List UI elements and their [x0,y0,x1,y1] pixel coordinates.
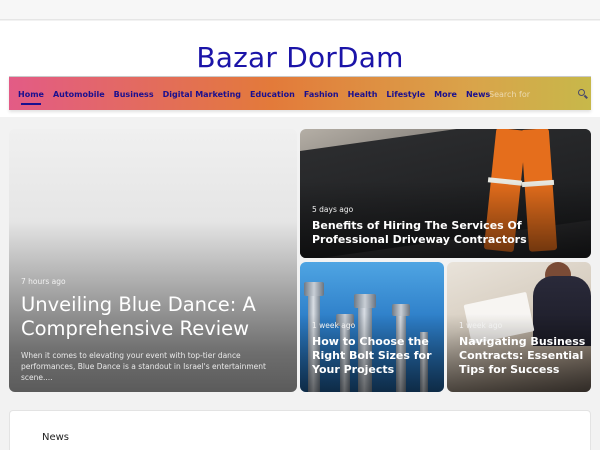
post-title[interactable]: Benefits of Hiring The Services Of Profe… [312,219,582,247]
nav-item-education[interactable]: Education [250,90,295,99]
featured-post-bolts[interactable]: 1 week ago How to Choose the Right Bolt … [300,262,444,392]
nav-item-fashion[interactable]: Fashion [304,90,339,99]
featured-post-main[interactable]: 7 hours ago Unveiling Blue Dance: A Comp… [9,129,297,392]
nav-item-home[interactable]: Home [18,90,44,105]
search-icon[interactable] [577,88,589,100]
post-time: 1 week ago [459,321,503,330]
post-excerpt: When it comes to elevating your event wi… [21,351,266,382]
nav-search [485,81,589,107]
nav-item-automobile[interactable]: Automobile [53,90,105,99]
nav-item-business[interactable]: Business [114,90,154,99]
nav-item-lifestyle[interactable]: Lifestyle [386,90,425,99]
top-bar [0,0,600,20]
nav-item-more[interactable]: More [434,90,457,99]
post-title[interactable]: Unveiling Blue Dance: A Comprehensive Re… [21,293,287,342]
featured-post-driveway[interactable]: 5 days ago Benefits of Hiring The Servic… [300,129,591,258]
featured-post-contracts[interactable]: 1 week ago Navigating Business Contracts… [447,262,591,392]
post-title[interactable]: Navigating Business Contracts: Essential… [459,335,587,376]
nav-item-health[interactable]: Health [348,90,378,99]
post-title[interactable]: How to Choose the Right Bolt Sizes for Y… [312,335,438,376]
search-input[interactable] [485,89,571,99]
post-time: 1 week ago [312,321,356,330]
news-section: News [9,410,591,450]
main-nav: Home Automobile Business Digital Marketi… [9,76,591,110]
nav-item-digital-marketing[interactable]: Digital Marketing [163,90,241,99]
post-time: 7 hours ago [21,277,66,286]
site-logo[interactable]: Bazar DorDam [0,41,600,74]
nav-menu: Home Automobile Business Digital Marketi… [18,77,499,111]
section-title: News [42,432,70,443]
post-time: 5 days ago [312,205,354,214]
